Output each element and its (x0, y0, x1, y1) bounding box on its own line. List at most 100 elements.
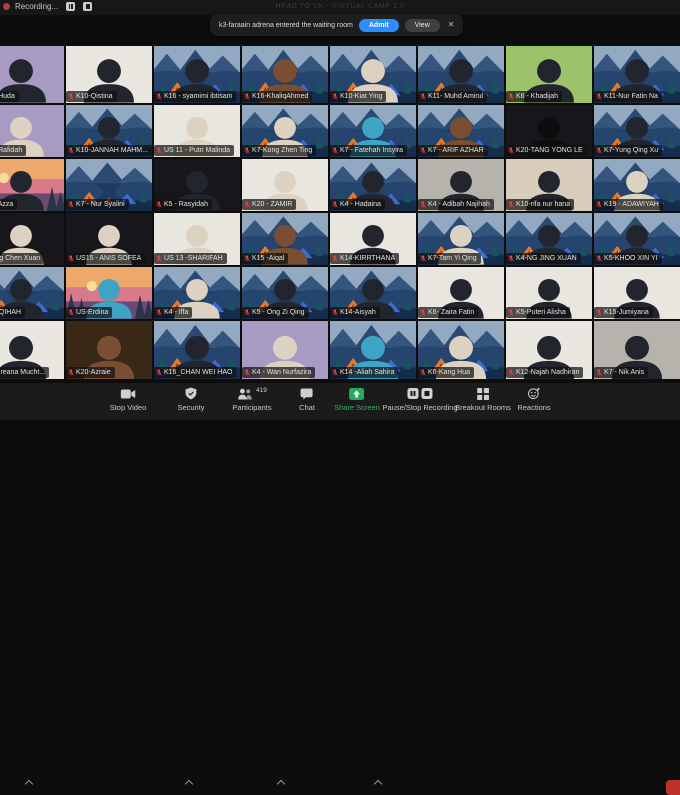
muted-mic-icon (156, 369, 162, 376)
pause-recording-button[interactable] (66, 2, 75, 11)
video-tile[interactable]: K14 -Aliah Sahira (330, 321, 416, 379)
participant-name-label: K7 - Nur Syalini (66, 199, 129, 210)
video-tile[interactable]: US15 - ANIS SOFEA (66, 213, 152, 265)
chat-button[interactable]: Chat (299, 387, 315, 412)
video-tile[interactable]: K5 - Ong Zi Qing (242, 267, 328, 319)
video-tile[interactable]: 3-Ng Chen Xuan (0, 213, 64, 265)
breakout-rooms-button[interactable]: Breakout Rooms (455, 387, 511, 412)
participant-name-label: K11-Nur Fatin Na (594, 91, 662, 102)
share-menu-caret-icon[interactable] (374, 780, 382, 788)
close-icon[interactable]: ✕ (448, 21, 455, 29)
participant-name-label: K5 - Ong Zi Qing (242, 307, 309, 318)
video-tile[interactable]: K10-Qistina (66, 46, 152, 103)
video-tile[interactable]: K4 - Adibah Najihah (418, 159, 504, 211)
waiting-room-notification: k3-faraain adrena entered the waiting ro… (210, 14, 463, 36)
video-tile[interactable]: K7-Kong Zhen Ting (242, 105, 328, 157)
participant-name-label: K4-NG JING XUAN (506, 253, 581, 264)
participants-menu-caret-icon[interactable] (277, 780, 285, 788)
participant-name-label: US 11 - Putri Malinda (154, 145, 234, 156)
muted-mic-icon (156, 93, 162, 100)
pause-icon[interactable] (408, 388, 419, 399)
participant-name-label: K11- Muhd Amirul (418, 91, 487, 102)
video-tile[interactable]: K20-Azraie (66, 321, 152, 379)
video-tile[interactable]: K6 - Khadijah (506, 46, 592, 103)
video-tile[interactable]: K14-KIRRTHANA (330, 213, 416, 265)
video-tile[interactable]: K4 - Hadaina (330, 159, 416, 211)
participant-name-label: K16-KhaliqAhmed (242, 91, 312, 102)
video-tile[interactable]: K14-Aisyah (330, 267, 416, 319)
video-tile[interactable]: K7 - Nik Anis (594, 321, 680, 379)
participant-name-label: K7 - Nik Anis (594, 367, 648, 378)
video-tile[interactable]: K19 - ADAWIYAH (594, 159, 680, 211)
participant-name: K10-JANNAH MAHM... (76, 147, 148, 154)
video-tile[interactable]: K10-JANNAH MAHM... (66, 105, 152, 157)
video-tile[interactable]: K12-Najah Nadhiran (506, 321, 592, 379)
stop-recording-button[interactable] (83, 2, 92, 11)
participant-name: K7 - Fatehah Insyira (340, 147, 403, 154)
stop-icon[interactable] (422, 388, 433, 399)
video-tile[interactable]: K16 - syamimi ibtisam (154, 46, 240, 103)
muted-mic-icon (244, 309, 250, 316)
video-tile[interactable]: K4 - Wan Nurfazira (242, 321, 328, 379)
participant-name: US15 - ANIS SOFEA (76, 255, 141, 262)
audio-menu-caret-icon[interactable] (25, 780, 33, 788)
muted-mic-icon (508, 255, 514, 262)
video-tile[interactable]: US-Erdina (66, 267, 152, 319)
stop-video-button[interactable]: Stop Video (110, 387, 147, 412)
participant-name-label: K6-Kang Hua (418, 367, 474, 378)
video-tile[interactable]: 7 - Azza (0, 159, 64, 211)
participant-name: K4 - Wan Nurfazira (252, 369, 311, 376)
video-tile[interactable]: K20 - ZAMIR (242, 159, 328, 211)
meeting-title: HEAD TO UK - VIRTUAL CAMP 2.0 (275, 3, 404, 10)
security-label: Security (177, 403, 204, 412)
video-tile[interactable]: Andreana Mucht... (0, 321, 64, 379)
video-tile[interactable]: K7 - ARIF AZHAR (418, 105, 504, 157)
participant-name-label: Andreana Mucht... (0, 367, 49, 378)
video-tile[interactable]: 7 - Rafidah (0, 105, 64, 157)
video-tile[interactable]: K5 - Rasyidah (154, 159, 240, 211)
participant-name-label: -FAQIHAH (0, 307, 25, 318)
participant-name: K6- Zaira Fatin (428, 309, 474, 316)
share-screen-button[interactable]: Share Screen (334, 387, 380, 412)
video-menu-caret-icon[interactable] (185, 780, 193, 788)
video-tile[interactable]: US 13 -SHARIFAH (154, 213, 240, 265)
video-tile[interactable]: K15-Jumiyana (594, 267, 680, 319)
video-tile[interactable]: K15 -Aiqal (242, 213, 328, 265)
pause-stop-recording-button[interactable]: Pause/Stop Recording (382, 387, 457, 412)
video-tile[interactable]: K6- Zaira Fatin (418, 267, 504, 319)
participant-name: K14-Aisyah (340, 309, 376, 316)
view-button[interactable]: View (405, 19, 440, 32)
video-tile[interactable]: K7 - Fatehah Insyira (330, 105, 416, 157)
muted-mic-icon (420, 201, 426, 208)
reactions-button[interactable]: Reactions (517, 387, 550, 412)
participant-name: K4 - Adibah Najihah (428, 201, 490, 208)
video-tile[interactable]: K7-Tam Yi Qing (418, 213, 504, 265)
video-tile[interactable]: K5-Puteri Alisha (506, 267, 592, 319)
participant-name-label: 3-Ng Chen Xuan (0, 253, 44, 264)
video-tile[interactable]: K7-Yung Qing Xu (594, 105, 680, 157)
participant-name: K4 - Iffa (164, 309, 188, 316)
video-tile[interactable]: -FAQIHAH (0, 267, 64, 319)
participant-name: K6-Kang Hua (428, 369, 470, 376)
video-tile[interactable]: US 11 - Putri Malinda (154, 105, 240, 157)
muted-mic-icon (332, 255, 338, 262)
video-tile[interactable]: K16_CHAN WEI HAO (154, 321, 240, 379)
video-tile[interactable]: K10-rifa nur hana (506, 159, 592, 211)
video-tile[interactable]: K6-Kang Hua (418, 321, 504, 379)
end-meeting-button[interactable] (666, 780, 680, 795)
video-tile[interactable]: K11- Muhd Amirul (418, 46, 504, 103)
video-tile[interactable]: K16-KhaliqAhmed (242, 46, 328, 103)
admit-button[interactable]: Admit (359, 19, 399, 32)
participant-name: 1 - Huda (0, 93, 15, 100)
window-title-bar: Recording... HEAD TO UK - VIRTUAL CAMP 2… (0, 0, 680, 15)
video-tile[interactable]: K4-NG JING XUAN (506, 213, 592, 265)
video-tile[interactable]: K4 - Iffa (154, 267, 240, 319)
video-tile[interactable]: K10-Kiat Ying (330, 46, 416, 103)
participants-button[interactable]: 419 Participants (232, 387, 271, 412)
video-tile[interactable]: 1 - Huda (0, 46, 64, 103)
video-tile[interactable]: K5-KHOO XIN YI (594, 213, 680, 265)
security-button[interactable]: Security (177, 387, 204, 412)
video-tile[interactable]: K7 - Nur Syalini (66, 159, 152, 211)
video-tile[interactable]: K11-Nur Fatin Na (594, 46, 680, 103)
video-tile[interactable]: K20-TANG YONG LE (506, 105, 592, 157)
